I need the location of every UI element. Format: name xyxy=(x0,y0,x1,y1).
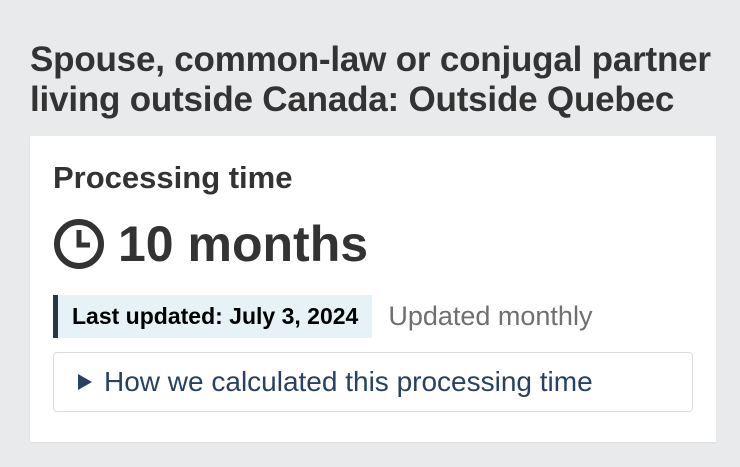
page-title: Spouse, common-law or conjugal partner l… xyxy=(30,40,711,119)
calculation-details-label: How we calculated this processing time xyxy=(104,366,593,397)
last-updated-badge: Last updated: July 3, 2024 xyxy=(53,295,373,338)
clock-icon xyxy=(54,219,104,269)
triangle-right-icon xyxy=(78,374,92,390)
calculation-details-toggle[interactable]: How we calculated this processing time xyxy=(53,352,693,412)
processing-time-row: 10 months xyxy=(53,216,368,272)
processing-time-card: Processing time 10 months Last updated: … xyxy=(30,136,716,442)
processing-time-heading: Processing time xyxy=(53,160,293,195)
update-frequency-text: Updated monthly xyxy=(388,301,593,331)
processing-time-value: 10 months xyxy=(118,216,369,272)
update-info-row: Last updated: July 3, 2024 Updated month… xyxy=(53,295,592,338)
